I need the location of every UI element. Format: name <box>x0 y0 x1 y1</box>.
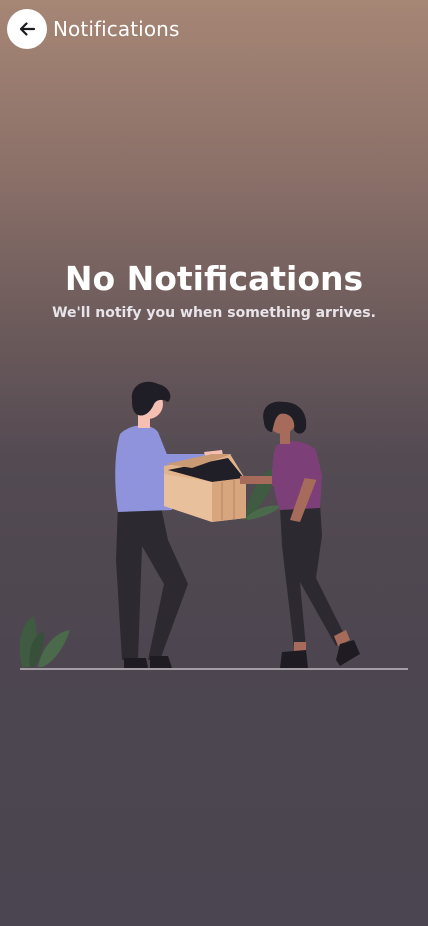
delivery-box-icon <box>164 454 246 522</box>
page-title: Notifications <box>53 17 180 41</box>
empty-state-subtitle: We'll notify you when something arrives. <box>52 305 376 321</box>
plant-left-icon <box>19 616 70 667</box>
empty-state-title: No Notifications <box>64 259 364 298</box>
notifications-screen: Notifications No Notifications We'll not… <box>0 0 428 926</box>
person-left <box>115 381 224 668</box>
app-header: Notifications <box>0 0 428 60</box>
arrow-left-icon <box>19 22 36 36</box>
empty-state-illustration <box>19 381 408 670</box>
back-button[interactable] <box>7 9 47 49</box>
person-right <box>240 401 360 668</box>
